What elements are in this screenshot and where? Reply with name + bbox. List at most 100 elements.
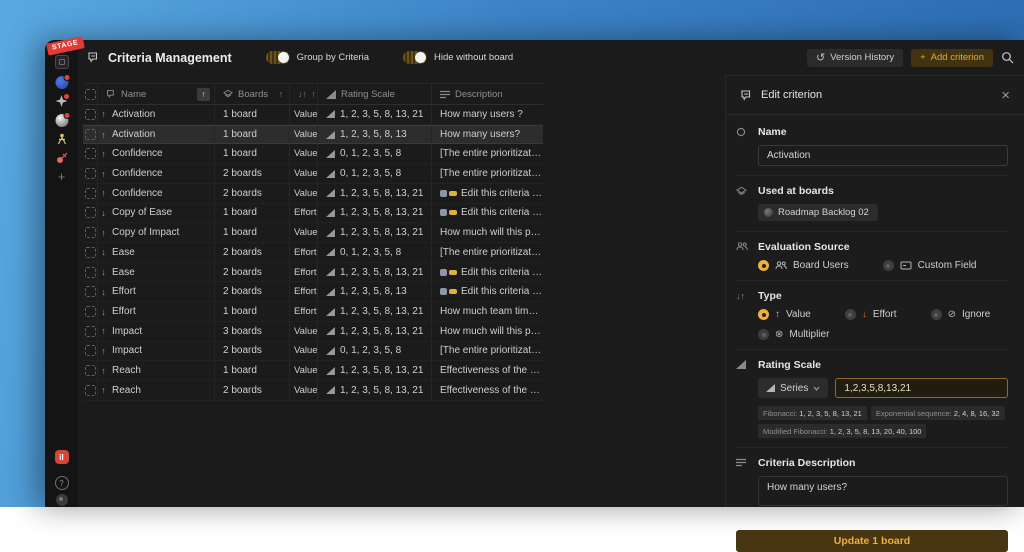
series-label: Series [780, 383, 808, 394]
row-checkbox[interactable] [85, 207, 96, 218]
cell-type: Effort [290, 243, 318, 262]
row-checkbox[interactable] [85, 306, 96, 317]
scales-emoji-icon [440, 209, 447, 216]
table-row[interactable]: ↑Activation1 boardValue1, 2, 3, 5, 8, 13… [83, 125, 543, 145]
column-header-boards[interactable]: Boards ↑ [215, 84, 290, 104]
cell-description: Edit this criteria und... [432, 263, 543, 282]
radio-selected[interactable] [758, 309, 769, 320]
row-checkbox[interactable] [85, 247, 96, 258]
row-checkbox[interactable] [85, 148, 96, 159]
table-row[interactable]: ↓Effort1 boardEffort1, 2, 3, 5, 8, 13, 2… [83, 302, 543, 322]
series-dropdown[interactable]: Series [758, 378, 828, 398]
cell-name: ↑Activation [98, 105, 215, 124]
table-row[interactable]: ↑Confidence2 boardsValue0, 1, 2, 3, 5, 8… [83, 164, 543, 184]
cell-rating-scale: 1, 2, 3, 5, 8, 13, 21 [318, 361, 432, 380]
suggestion-fibonacci[interactable]: Fibonacci: 1, 2, 3, 5, 8, 13, 21 [758, 406, 867, 420]
screen-record-icon[interactable] [56, 494, 68, 506]
option-effort[interactable]: ↓ Effort [845, 309, 897, 320]
row-checkbox[interactable] [85, 168, 96, 179]
row-checkbox[interactable] [85, 267, 96, 278]
option-board-users[interactable]: Board Users [758, 260, 849, 271]
sort-icon[interactable]: ↑ [279, 89, 283, 99]
row-checkbox[interactable] [85, 326, 96, 337]
name-field[interactable] [758, 145, 1008, 166]
select-all-checkbox[interactable] [85, 89, 96, 100]
radio[interactable] [758, 329, 769, 340]
row-checkbox[interactable] [85, 227, 96, 238]
table-row[interactable]: ↑Confidence2 boardsValue1, 2, 3, 5, 8, 1… [83, 184, 543, 204]
row-checkbox[interactable] [85, 188, 96, 199]
board-chip[interactable]: Roadmap Backlog 02 [758, 204, 878, 221]
cell-rating-scale: 1, 2, 3, 5, 8, 13 [318, 126, 432, 144]
arrow-up-icon: ↑ [98, 385, 109, 395]
cell-type: Value [290, 342, 318, 361]
table-row[interactable]: ↑Impact2 boardsValue0, 1, 2, 3, 5, 8[The… [83, 342, 543, 362]
table-row[interactable]: ↓Copy of Ease1 boardEffort1, 2, 3, 5, 8,… [83, 204, 543, 224]
table-row[interactable]: ↓Ease2 boardsEffort1, 2, 3, 5, 8, 13, 21… [83, 263, 543, 283]
update-button[interactable]: Update 1 board [736, 530, 1008, 552]
taxi-emoji-icon [449, 210, 457, 215]
arrow-up-icon: ↑ [98, 109, 109, 119]
row-checkbox[interactable] [85, 365, 96, 376]
cell-boards: 2 boards [215, 164, 290, 183]
close-icon[interactable]: × [1001, 88, 1010, 103]
workspace-person-icon[interactable] [56, 133, 68, 146]
panel-title: Edit criterion [761, 89, 822, 101]
table-row[interactable]: ↑Confidence1 boardValue0, 1, 2, 3, 5, 8[… [83, 144, 543, 164]
board-chip-label: Roadmap Backlog 02 [778, 207, 869, 218]
rating-scale-input[interactable] [835, 378, 1008, 398]
option-ignore[interactable]: ⊘ Ignore [931, 309, 991, 320]
column-label: Boards [238, 89, 268, 100]
table-row[interactable]: ↑Reach2 boardsValue1, 2, 3, 5, 8, 13, 21… [83, 381, 543, 401]
sort-asc-button[interactable]: ↑ [197, 88, 210, 101]
radio[interactable] [931, 309, 942, 320]
suggestion-exponential[interactable]: Exponential sequence: 2, 4, 8, 16, 32 [871, 406, 1005, 420]
table-row[interactable]: ↓Effort2 boardsEffort1, 2, 3, 5, 8, 13Ed… [83, 282, 543, 302]
sort-icon[interactable]: ↑ [312, 89, 316, 99]
cell-boards: 1 board [215, 302, 290, 321]
version-history-button[interactable]: ↺ Version History [807, 49, 903, 67]
radio-selected[interactable] [758, 260, 769, 271]
group-by-criteria-toggle[interactable] [266, 51, 290, 64]
add-criterion-button[interactable]: + Add criterion [911, 49, 993, 67]
radio[interactable] [845, 309, 856, 320]
criteria-description-field[interactable]: How many users? [758, 476, 1008, 506]
table-row[interactable]: ↑Copy of Impact1 boardValue1, 2, 3, 5, 8… [83, 223, 543, 243]
option-custom-field[interactable]: Custom Field [883, 260, 977, 271]
feedback-icon[interactable]: il [55, 450, 69, 464]
row-checkbox[interactable] [85, 129, 96, 140]
row-checkbox[interactable] [85, 345, 96, 356]
rating-scale-icon [326, 90, 336, 99]
table-row[interactable]: ↓Ease2 boardsEffort0, 1, 2, 3, 5, 8[The … [83, 243, 543, 263]
table-row[interactable]: ↑Impact3 boardsValue1, 2, 3, 5, 8, 13, 2… [83, 322, 543, 342]
workspace-dart-icon[interactable] [56, 152, 68, 164]
section-rating-scale: Rating Scale Series Fibonacci: 1, 2, 3, … [736, 349, 1008, 447]
add-workspace-icon[interactable]: + [58, 170, 66, 183]
option-multiplier[interactable]: ⊗ Multiplier [758, 329, 829, 340]
table-row[interactable]: ↑Reach1 boardValue1, 2, 3, 5, 8, 13, 21E… [83, 361, 543, 381]
column-header-rating-scale[interactable]: Rating Scale [318, 84, 432, 104]
workspace-spark-icon[interactable] [56, 95, 68, 107]
column-header-type[interactable]: ↓↑ ↑ [290, 84, 318, 104]
cell-type: Effort [290, 282, 318, 301]
search-icon[interactable] [1001, 51, 1014, 64]
column-header-description[interactable]: Description [432, 84, 543, 104]
workspace-logo-icon[interactable] [55, 55, 69, 69]
cell-boards: 2 boards [215, 342, 290, 361]
row-checkbox[interactable] [85, 109, 96, 120]
workspace-sphere-icon[interactable] [55, 114, 68, 127]
section-criteria-description: Criteria Description How many users? [736, 447, 1008, 520]
cell-name: ↑Confidence [98, 184, 215, 203]
help-icon[interactable]: ? [55, 476, 69, 490]
suggestion-modified-fibonacci[interactable]: Modified Fibonacci: 1, 2, 3, 5, 8, 13, 2… [758, 424, 926, 438]
option-value[interactable]: ↑ Value [758, 309, 811, 320]
hide-without-board-toggle[interactable] [403, 51, 427, 64]
column-header-name[interactable]: Name ↑ [98, 84, 215, 104]
radio[interactable] [883, 260, 894, 271]
workspace-blue-icon[interactable] [55, 76, 68, 89]
cell-rating-scale: 1, 2, 3, 5, 8, 13, 21 [318, 381, 432, 400]
row-checkbox[interactable] [85, 286, 96, 297]
row-checkbox[interactable] [85, 385, 96, 396]
cell-name: ↑Confidence [98, 144, 215, 163]
table-row[interactable]: ↑Activation1 boardValue1, 2, 3, 5, 8, 13… [83, 105, 543, 125]
